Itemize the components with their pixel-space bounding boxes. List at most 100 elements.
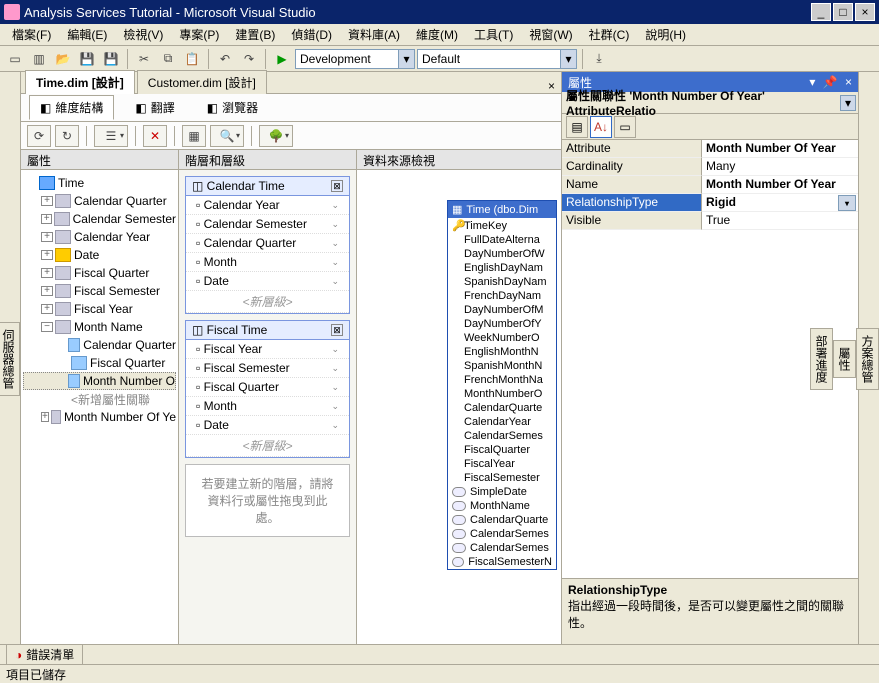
expand-icon[interactable]: +	[41, 196, 53, 206]
property-row[interactable]: RelationshipTypeRigid	[562, 194, 858, 212]
column-row[interactable]: DayNumberOfW	[448, 247, 556, 261]
minimize-button[interactable]: _	[811, 3, 831, 21]
column-row[interactable]: WeekNumberO	[448, 331, 556, 345]
table-title[interactable]: ▦Time (dbo.Dim	[448, 201, 556, 218]
rail-tab[interactable]: 部署進度	[810, 328, 833, 390]
column-row[interactable]: 🔑TimeKey	[448, 218, 556, 233]
tree-row[interactable]: +Fiscal Year	[23, 300, 176, 318]
tree-row[interactable]: +Calendar Quarter	[23, 192, 176, 210]
hierarchy-level[interactable]: ▫ Month⌄	[186, 397, 349, 416]
property-value[interactable]: Month Number Of Year	[702, 140, 858, 158]
menu-item[interactable]: 檔案(F)	[4, 24, 59, 45]
redo-button[interactable]: ↷	[238, 48, 260, 70]
expand-icon[interactable]: −	[41, 322, 53, 332]
save-all-button[interactable]: 💾	[100, 48, 122, 70]
error-list-tab[interactable]: ◑ 錯誤清單	[6, 644, 83, 665]
designer-tab[interactable]: ◧維度結構	[29, 95, 114, 120]
target-combo[interactable]: Default ▾	[417, 49, 577, 69]
close-button[interactable]: ×	[855, 3, 875, 21]
column-row[interactable]: MonthNumberO	[448, 387, 556, 401]
paste-button[interactable]: 📋	[181, 48, 203, 70]
zoom-button[interactable]: 🔍	[210, 125, 244, 147]
hierarchy-box[interactable]: ◫ Fiscal Time⊠▫ Fiscal Year⌄▫ Fiscal Sem…	[185, 320, 350, 458]
config-combo[interactable]: Development ▾	[295, 49, 415, 69]
maximize-button[interactable]: □	[833, 3, 853, 21]
property-row[interactable]: NameMonth Number Of Year	[562, 176, 858, 194]
copy-button[interactable]: ⧉	[157, 48, 179, 70]
column-row[interactable]: CalendarQuarte	[448, 513, 556, 527]
property-value[interactable]: True	[702, 212, 858, 230]
categorized-button[interactable]: ▤	[566, 116, 588, 138]
column-row[interactable]: FiscalQuarter	[448, 443, 556, 457]
expand-icon[interactable]: +	[41, 232, 53, 242]
property-value[interactable]: Many	[702, 158, 858, 176]
expand-icon[interactable]: +	[41, 214, 52, 224]
tree-row[interactable]: <新增屬性關聯	[23, 390, 176, 408]
deploy-button[interactable]: ⤓	[588, 48, 610, 70]
tree-row[interactable]: +Calendar Year	[23, 228, 176, 246]
column-row[interactable]: MonthName	[448, 499, 556, 513]
expand-icon[interactable]: +	[41, 250, 53, 260]
tree-row[interactable]: +Date	[23, 246, 176, 264]
tree-view-button[interactable]: 🌳	[259, 125, 293, 147]
hierarchy-title[interactable]: ◫ Fiscal Time⊠	[186, 321, 349, 340]
tree-row[interactable]: −Month Name	[23, 318, 176, 336]
open-button[interactable]: 📂	[52, 48, 74, 70]
tree-row[interactable]: Month Number O	[23, 372, 176, 390]
menu-item[interactable]: 視窗(W)	[521, 24, 580, 45]
show-table-button[interactable]: ▦	[182, 125, 206, 147]
menu-item[interactable]: 專案(P)	[171, 24, 227, 45]
column-row[interactable]: CalendarSemes	[448, 541, 556, 555]
tree-row[interactable]: +Fiscal Semester	[23, 282, 176, 300]
collapse-icon[interactable]: ⊠	[331, 180, 343, 192]
designer-tab[interactable]: ◧瀏覽器	[196, 95, 269, 120]
rail-tab[interactable]: 屬性	[833, 340, 856, 378]
process-button[interactable]: ⟳	[27, 125, 51, 147]
property-value[interactable]: Month Number Of Year	[702, 176, 858, 194]
column-row[interactable]: SimpleDate	[448, 485, 556, 499]
column-row[interactable]: DayNumberOfY	[448, 317, 556, 331]
undo-button[interactable]: ↶	[214, 48, 236, 70]
property-pages-button[interactable]: ▭	[614, 116, 636, 138]
menu-item[interactable]: 維度(M)	[408, 24, 466, 45]
hierarchy-level[interactable]: ▫ Fiscal Year⌄	[186, 340, 349, 359]
column-row[interactable]: CalendarSemes	[448, 527, 556, 541]
menu-item[interactable]: 工具(T)	[466, 24, 521, 45]
column-row[interactable]: SpanishMonthN	[448, 359, 556, 373]
document-tab[interactable]: Customer.dim [設計]	[137, 70, 267, 94]
tree-row[interactable]: Time	[23, 174, 176, 192]
menu-item[interactable]: 社群(C)	[581, 24, 638, 45]
column-row[interactable]: EnglishDayNam	[448, 261, 556, 275]
menu-item[interactable]: 建置(B)	[227, 24, 283, 45]
dsv-canvas[interactable]: ▦Time (dbo.Dim🔑TimeKeyFullDateAlternaDay…	[357, 170, 561, 644]
tree-row[interactable]: +Calendar Semester	[23, 210, 176, 228]
tree-row[interactable]: +Month Number Of Ye	[23, 408, 176, 426]
expand-icon[interactable]: +	[41, 286, 53, 296]
new-project-button[interactable]: ▭	[4, 48, 26, 70]
property-row[interactable]: VisibleTrue	[562, 212, 858, 230]
expand-icon[interactable]: +	[41, 412, 49, 422]
menu-item[interactable]: 檢視(V)	[115, 24, 171, 45]
add-item-button[interactable]: ▥	[28, 48, 50, 70]
hierarchy-level[interactable]: ▫ Month⌄	[186, 253, 349, 272]
hierarchy-level[interactable]: ▫ Date⌄	[186, 272, 349, 291]
hierarchy-level[interactable]: ▫ Fiscal Semester⌄	[186, 359, 349, 378]
menu-item[interactable]: 說明(H)	[637, 24, 694, 45]
save-button[interactable]: 💾	[76, 48, 98, 70]
hierarchy-level[interactable]: ▫ Fiscal Quarter⌄	[186, 378, 349, 397]
close-document-button[interactable]: ×	[542, 79, 561, 93]
start-debug-button[interactable]: ▶	[271, 48, 293, 70]
menu-item[interactable]: 資料庫(A)	[340, 24, 408, 45]
new-level-placeholder[interactable]: <新層級>	[186, 291, 349, 313]
column-row[interactable]: FiscalSemesterN	[448, 555, 556, 569]
rail-tab[interactable]: 伺服器總管	[0, 322, 20, 396]
hierarchy-level[interactable]: ▫ Calendar Semester⌄	[186, 215, 349, 234]
column-row[interactable]: SpanishDayNam	[448, 275, 556, 289]
hierarchy-box[interactable]: ◫ Calendar Time⊠▫ Calendar Year⌄▫ Calend…	[185, 176, 350, 314]
hierarchy-level[interactable]: ▫ Calendar Year⌄	[186, 196, 349, 215]
column-row[interactable]: FiscalYear	[448, 457, 556, 471]
tree-row[interactable]: Calendar Quarter	[23, 336, 176, 354]
view-mode-button[interactable]: ☰	[94, 125, 128, 147]
property-row[interactable]: AttributeMonth Number Of Year	[562, 140, 858, 158]
column-row[interactable]: FrenchMonthNa	[448, 373, 556, 387]
